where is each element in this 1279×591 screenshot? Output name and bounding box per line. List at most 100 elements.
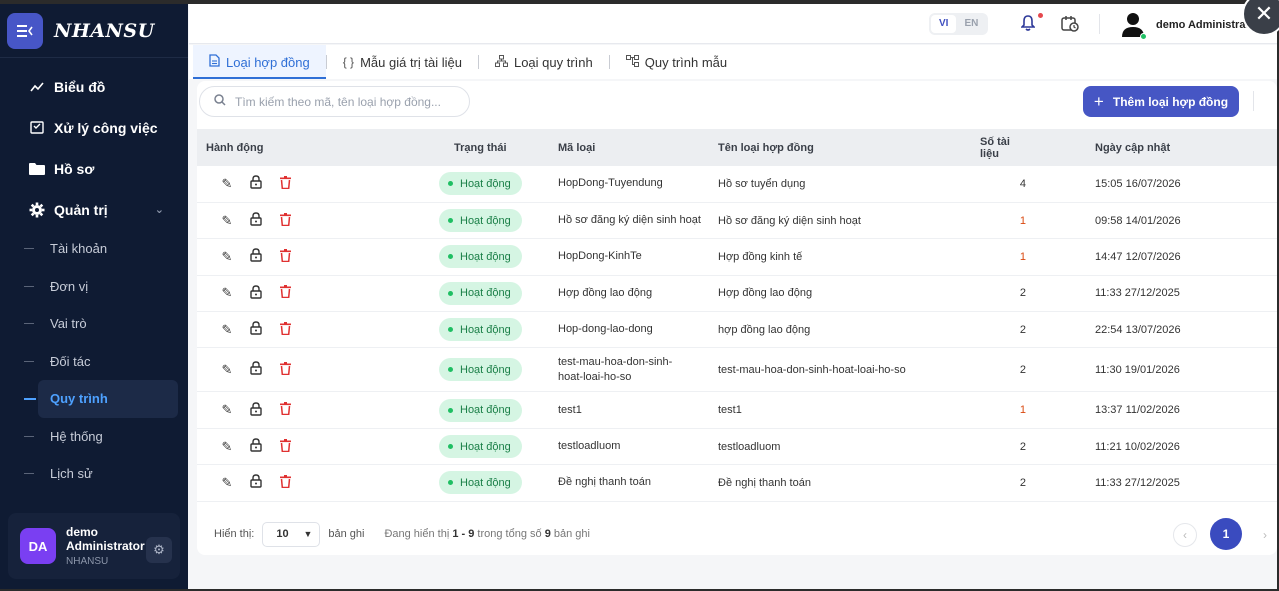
edit-pencil-icon[interactable]: ✎ bbox=[219, 402, 235, 418]
chevron-down-icon: ⌄ bbox=[154, 204, 164, 216]
code-text: test1 bbox=[558, 403, 582, 416]
sidebar-user-card[interactable]: DA demo Administrator NHANSU ⚙ bbox=[8, 513, 180, 579]
column-header-code[interactable]: Mã loại bbox=[543, 129, 703, 166]
tab-label: Loại hợp đồng bbox=[226, 54, 310, 70]
updated-cell: 11:33 27/12/2025 bbox=[1050, 275, 1277, 313]
contract-type-table: Hành động Trạng thái Mã loại Tên loại hợ… bbox=[197, 129, 1277, 502]
lock-icon[interactable] bbox=[248, 321, 264, 338]
edit-pencil-icon[interactable]: ✎ bbox=[219, 285, 235, 301]
sidebar-nav: Biểu đồ Xử lý công việc Hồ sơ Quản trị ⌄… bbox=[0, 58, 188, 493]
lock-icon[interactable] bbox=[248, 175, 264, 192]
add-button-label: Thêm loại hợp đồng bbox=[1112, 94, 1229, 109]
status-badge: Hoạt động bbox=[439, 435, 522, 459]
lang-en-button[interactable]: EN bbox=[956, 15, 986, 33]
delete-trash-icon[interactable] bbox=[277, 175, 293, 192]
sidebar-item-label: Quản trị bbox=[54, 201, 108, 218]
status-badge: Hoạt động bbox=[439, 172, 522, 196]
calendar-clock-icon[interactable] bbox=[1061, 15, 1079, 36]
lock-icon[interactable] bbox=[248, 248, 264, 265]
search-box[interactable] bbox=[199, 86, 470, 117]
lock-icon[interactable] bbox=[248, 212, 264, 229]
edit-pencil-icon[interactable]: ✎ bbox=[219, 322, 235, 338]
page-size-select[interactable]: 10 ▼ bbox=[262, 521, 321, 547]
notification-bell-icon[interactable] bbox=[1020, 15, 1036, 36]
name-cell: Hồ sơ đăng ký diện sinh hoạt bbox=[703, 202, 940, 240]
page-size-label: Hiển thị: bbox=[214, 528, 255, 540]
tab-label: Quy trình mẫu bbox=[644, 54, 728, 70]
sidebar-item-xu-ly-cong-viec[interactable]: Xử lý công việc bbox=[0, 107, 188, 148]
user-settings-button[interactable]: ⚙ bbox=[146, 537, 172, 563]
status-dot bbox=[448, 181, 453, 187]
sidebar-subitem-lich-su[interactable]: Lịch sử bbox=[0, 455, 188, 493]
edit-pencil-icon[interactable]: ✎ bbox=[219, 362, 235, 378]
table-row: ✎ Hoạt động testloadluom testloadluom 2 11:21… bbox=[197, 428, 1277, 466]
page-button-current[interactable]: 1 bbox=[1210, 518, 1242, 550]
sidebar-subitem-doi-tac[interactable]: Đối tác bbox=[0, 343, 188, 381]
delete-trash-icon[interactable] bbox=[277, 285, 293, 301]
edit-pencil-icon[interactable]: ✎ bbox=[219, 475, 235, 491]
actions-cell: ✎ bbox=[197, 311, 426, 349]
edit-pencil-icon[interactable]: ✎ bbox=[219, 176, 235, 192]
sidebar-item-ho-so[interactable]: Hồ sơ bbox=[0, 148, 188, 189]
name-cell: Hợp đồng lao động bbox=[703, 275, 940, 313]
tab-quy-trinh-mau[interactable]: Quy trình mẫu bbox=[610, 45, 743, 79]
sidebar-subitem-quy-trinh[interactable]: Quy trình bbox=[24, 380, 178, 418]
column-header-updated[interactable]: Ngày cập nhật bbox=[1050, 129, 1277, 166]
menu-toggle-button[interactable] bbox=[7, 12, 43, 49]
doc-count-cell: 2 bbox=[940, 347, 1050, 393]
lock-icon[interactable] bbox=[248, 361, 264, 378]
delete-trash-icon[interactable] bbox=[277, 361, 293, 378]
status-text: Hoạt động bbox=[460, 323, 511, 336]
search-input[interactable] bbox=[235, 94, 455, 109]
online-status-dot bbox=[1140, 33, 1147, 40]
sidebar-subitem-don-vi[interactable]: Đơn vị bbox=[0, 268, 188, 306]
prev-page-button[interactable]: ‹ bbox=[1173, 523, 1197, 547]
edit-pencil-icon[interactable]: ✎ bbox=[219, 249, 235, 265]
tab-mau-gia-tri-tai-lieu[interactable]: { } Mẫu giá trị tài liệu bbox=[327, 45, 478, 79]
lock-icon[interactable] bbox=[248, 401, 264, 419]
sidebar-subitem-tai-khoan[interactable]: Tài khoản bbox=[0, 230, 188, 268]
name-cell: Hồ sơ tuyển dụng bbox=[703, 166, 940, 203]
delete-trash-icon[interactable] bbox=[277, 321, 293, 338]
status-cell: Hoạt động bbox=[426, 202, 543, 240]
tab-loai-quy-trinh[interactable]: Loại quy trình bbox=[479, 45, 609, 79]
sidebar-item-bieu-do[interactable]: Biểu đồ bbox=[0, 66, 188, 107]
sidebar-subitem-he-thong[interactable]: Hệ thống bbox=[0, 418, 188, 456]
next-page-button[interactable]: › bbox=[1254, 523, 1276, 547]
code-cell: testloadluom bbox=[543, 428, 703, 466]
header-user-name[interactable]: demo Administrato bbox=[1156, 19, 1256, 31]
column-header-status: Trạng thái bbox=[454, 141, 507, 154]
updated-cell: 11:33 27/12/2025 bbox=[1050, 464, 1277, 502]
column-header-name[interactable]: Tên loại hợp đồng bbox=[703, 129, 940, 166]
delete-trash-icon[interactable] bbox=[277, 248, 293, 265]
status-dot bbox=[448, 254, 453, 260]
records-label: bản ghi bbox=[328, 528, 365, 540]
edit-pencil-icon[interactable]: ✎ bbox=[219, 213, 235, 229]
lock-icon[interactable] bbox=[248, 474, 264, 491]
delete-trash-icon[interactable] bbox=[277, 402, 293, 418]
brand-bar: NHANSU bbox=[0, 4, 188, 58]
lock-icon[interactable] bbox=[248, 285, 264, 302]
doc-count-cell: 4 bbox=[940, 166, 1050, 203]
delete-trash-icon[interactable] bbox=[277, 474, 293, 491]
lock-icon[interactable] bbox=[248, 438, 264, 455]
updated-cell: 22:54 13/07/2026 bbox=[1050, 311, 1277, 349]
status-dot bbox=[448, 444, 453, 450]
code-text: Đề nghị thanh toán bbox=[558, 476, 651, 489]
status-cell: Hoạt động bbox=[426, 311, 543, 349]
lang-vi-button[interactable]: VI bbox=[931, 15, 957, 33]
user-name: demo Administrator bbox=[66, 525, 145, 553]
column-header-doc-count[interactable]: Số tài liệu bbox=[940, 129, 1050, 166]
actions-cell: ✎ bbox=[197, 166, 426, 203]
chevron-right-icon: › bbox=[1263, 528, 1267, 542]
chevron-left-icon: ‹ bbox=[1183, 528, 1187, 542]
edit-pencil-icon[interactable]: ✎ bbox=[219, 439, 235, 455]
delete-trash-icon[interactable] bbox=[277, 212, 293, 229]
sidebar-item-quan-tri[interactable]: Quản trị ⌄ bbox=[0, 189, 188, 230]
add-contract-type-button[interactable]: + Thêm loại hợp đồng bbox=[1083, 86, 1239, 117]
delete-trash-icon[interactable] bbox=[277, 438, 293, 455]
tab-loai-hop-dong[interactable]: Loại hợp đồng bbox=[193, 45, 326, 79]
user-info: demo Administrator NHANSU bbox=[66, 525, 146, 567]
sidebar-subitem-vai-tro[interactable]: Vai trò bbox=[0, 305, 188, 343]
chart-line-icon bbox=[28, 81, 46, 92]
